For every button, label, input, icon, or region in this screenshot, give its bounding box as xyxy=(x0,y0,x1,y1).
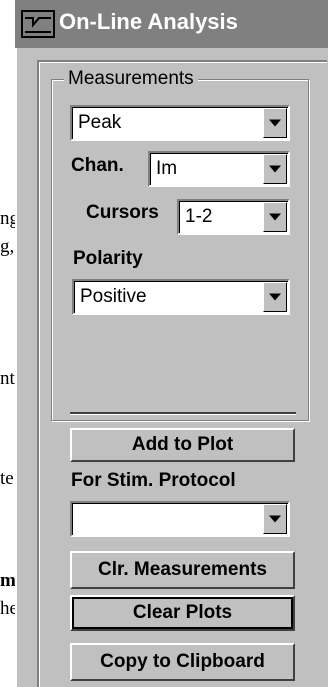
chevron-down-icon[interactable] xyxy=(263,282,287,312)
window-title: On-Line Analysis xyxy=(59,9,238,34)
chevron-down-icon[interactable] xyxy=(263,504,287,534)
background-text-fragment: m xyxy=(0,570,16,591)
channel-value: Im xyxy=(156,158,178,179)
copy-to-clipboard-button[interactable]: Copy to Clipboard xyxy=(70,643,295,681)
chevron-down-icon[interactable] xyxy=(263,202,287,232)
cursors-label: Cursors xyxy=(86,202,159,223)
stim-protocol-select[interactable] xyxy=(70,501,290,537)
add-to-plot-label: Add to Plot xyxy=(131,434,234,455)
add-to-plot-button[interactable]: Add to Plot xyxy=(70,428,295,462)
clr-measurements-label: Clr. Measurements xyxy=(98,559,267,580)
title-bar[interactable]: On-Line Analysis xyxy=(15,0,328,48)
clear-plots-button[interactable]: Clear Plots xyxy=(70,595,295,631)
chevron-down-icon[interactable] xyxy=(263,154,287,184)
separator xyxy=(70,412,296,415)
measurement-type-select[interactable]: Peak xyxy=(70,105,290,141)
channel-select[interactable]: Im xyxy=(148,151,290,187)
polarity-label: Polarity xyxy=(73,248,143,269)
clear-plots-label: Clear Plots xyxy=(132,602,233,623)
background-text-fragment: g, xyxy=(0,236,15,257)
clr-measurements-button[interactable]: Clr. Measurements xyxy=(70,551,295,589)
background-text-fragment: nt xyxy=(0,368,15,389)
chan-label: Chan. xyxy=(71,155,124,176)
measurements-group-title: Measurements xyxy=(64,68,198,90)
copy-to-clipboard-label: Copy to Clipboard xyxy=(100,651,265,672)
pulse-waveform-icon xyxy=(21,10,55,38)
measurement-type-value: Peak xyxy=(78,112,122,133)
chevron-down-icon[interactable] xyxy=(263,108,287,138)
background-text-fragment: te xyxy=(0,468,14,489)
cursors-value: 1-2 xyxy=(185,206,213,227)
cursors-select[interactable]: 1-2 xyxy=(177,199,290,235)
polarity-value: Positive xyxy=(80,286,147,307)
stim-protocol-label: For Stim. Protocol xyxy=(71,470,236,491)
polarity-select[interactable]: Positive xyxy=(72,279,290,315)
